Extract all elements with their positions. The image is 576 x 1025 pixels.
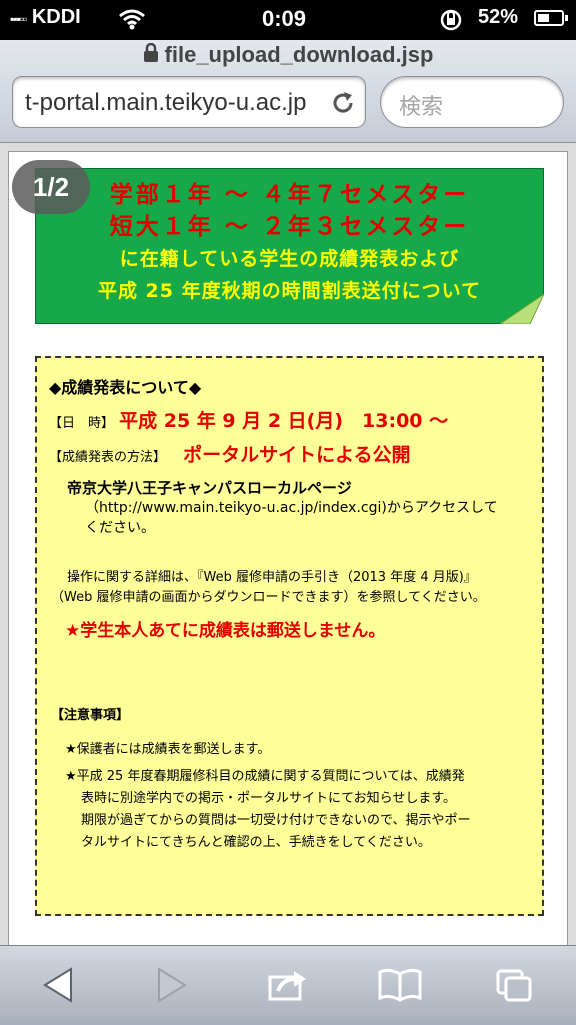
method-label: 【成績発表の方法】 bbox=[49, 450, 167, 465]
method-row: 【成績発表の方法】 ポータルサイトによる公開 bbox=[49, 440, 411, 467]
browser-address-bar: file_upload_download.jsp t-portal.main.t… bbox=[0, 40, 576, 143]
caution-2-line-2: 表時に別途学内での掲示・ポータルサイトにてお知らせします。 bbox=[81, 791, 457, 806]
tabs-icon[interactable] bbox=[484, 960, 544, 1010]
notice-heading: ◆成績発表について◆ bbox=[49, 378, 202, 397]
method-value: ポータルサイトによる公開 bbox=[183, 444, 411, 466]
caution-heading: 【注意事項】 bbox=[51, 708, 130, 723]
caution-2-line-3: 期限が過ぎてからの質問は一切受け付けできないので、掲示やポー bbox=[81, 813, 471, 828]
date-row: 【日 時】 平成 25 年 9 月 2 日(月) 13:00 〜 bbox=[49, 406, 448, 433]
browser-toolbar bbox=[0, 945, 576, 1025]
site-url-line: （http://www.main.teikyo-u.ac.jp/index.cg… bbox=[85, 500, 498, 516]
padlock-icon bbox=[143, 42, 159, 69]
clock: 0:09 bbox=[262, 6, 307, 31]
wifi-icon bbox=[118, 8, 146, 34]
date-value: 平成 25 年 9 月 2 日(月) 13:00 〜 bbox=[119, 410, 449, 432]
page-indicator: 1/2 bbox=[12, 160, 90, 214]
banner-line-1: 学部１年 〜 ４年７セメスター bbox=[109, 182, 470, 208]
signal-icon: ▪▪▪▫▫ bbox=[10, 12, 27, 26]
rotation-lock-icon bbox=[438, 8, 464, 36]
caution-item-1: ★保護者には成績表を郵送します。 bbox=[65, 742, 271, 757]
share-icon[interactable] bbox=[258, 960, 318, 1010]
status-bar: ▪▪▪▫▫ KDDI 0:09 52% bbox=[0, 0, 576, 40]
battery-percent: 52% bbox=[478, 6, 519, 28]
back-icon[interactable] bbox=[28, 960, 88, 1010]
manual-line-1: 操作に関する詳細は、『Web 履修申請の手引き（2013 年度 4 月版)』 bbox=[67, 570, 477, 585]
banner-line-2: 短大１年 〜 ２年３セメスター bbox=[109, 214, 470, 240]
search-placeholder: 検索 bbox=[399, 95, 444, 120]
manual-reference: 操作に関する詳細は、『Web 履修申請の手引き（2013 年度 4 月版)』 （… bbox=[51, 568, 541, 608]
caution-2-line-1: ★平成 25 年度春期履修科目の成績に関する質問については、成績発 bbox=[65, 769, 465, 784]
caution-item-2: ★平成 25 年度春期履修科目の成績に関する質問については、成績発 表時に別途学… bbox=[65, 766, 525, 854]
carrier-label: ▪▪▪▫▫ KDDI bbox=[10, 6, 81, 28]
banner-line-4: 平成 25 年度秋期の時間割表送付について bbox=[97, 280, 482, 302]
battery-icon bbox=[534, 10, 568, 26]
reload-icon[interactable] bbox=[329, 89, 357, 121]
forward-icon[interactable] bbox=[142, 960, 202, 1010]
site-tail: ください。 bbox=[85, 520, 155, 536]
manual-line-2: （Web 履修申請の画面からダウンロードできます）を参照してください。 bbox=[51, 590, 486, 605]
date-label: 【日 時】 bbox=[49, 416, 115, 431]
banner-line-3: に在籍している学生の成績発表および bbox=[119, 248, 460, 270]
no-mail-warning: ★学生本人あてに成績表は郵送しません。 bbox=[65, 621, 386, 641]
bookmarks-icon[interactable] bbox=[370, 960, 430, 1010]
url-field[interactable]: t-portal.main.teikyo-u.ac.jp bbox=[12, 76, 366, 128]
url-text[interactable]: t-portal.main.teikyo-u.ac.jp bbox=[25, 89, 325, 117]
title-banner: 学部１年 〜 ４年７セメスター 短大１年 〜 ２年３セメスター に在籍している学… bbox=[35, 168, 544, 324]
page-curl-decoration bbox=[500, 294, 544, 324]
notice-box: ◆成績発表について◆ 【日 時】 平成 25 年 9 月 2 日(月) 13:0… bbox=[35, 356, 544, 916]
page-title: file_upload_download.jsp bbox=[0, 42, 576, 69]
portal-instructions: 帝京大学八王子キャンパスローカルページ （http://www.main.tei… bbox=[67, 478, 537, 538]
site-name: 帝京大学八王子キャンパスローカルページ bbox=[67, 479, 352, 497]
caution-2-line-4: タルサイトにてきちんと確認の上、手続きをしてください。 bbox=[81, 835, 431, 850]
search-field[interactable]: 検索 bbox=[380, 76, 564, 128]
